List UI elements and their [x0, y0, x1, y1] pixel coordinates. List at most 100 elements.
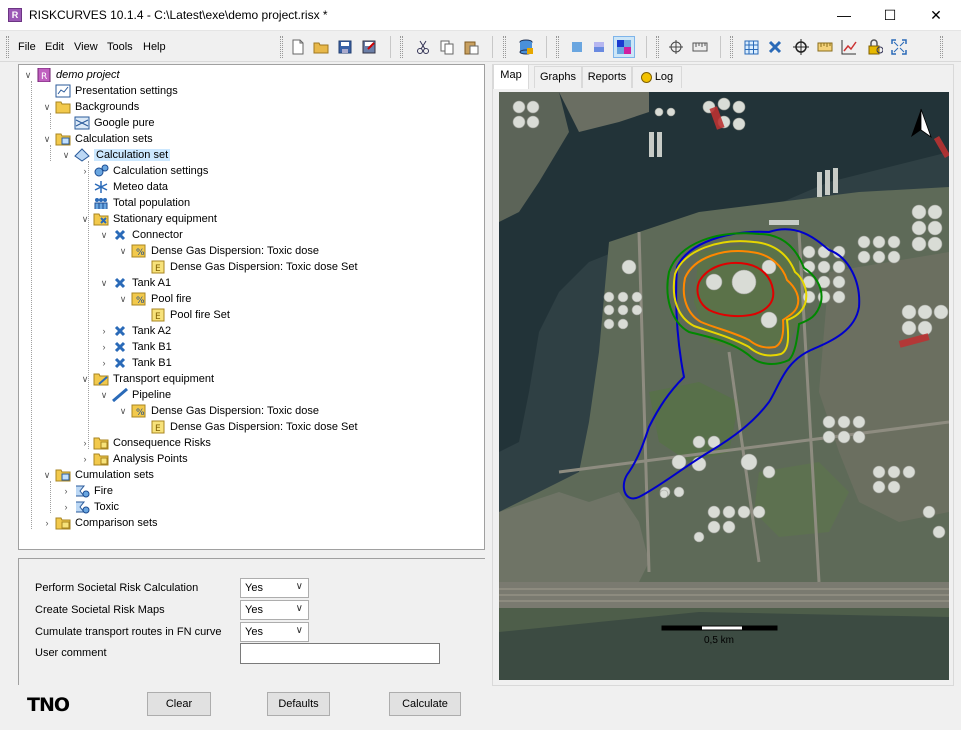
close-button[interactable]: ✕ [913, 0, 959, 31]
grid-icon[interactable] [742, 38, 760, 56]
calculate-button[interactable]: Calculate [389, 692, 461, 716]
tree-node-tank-b1[interactable]: › Tank B1 [99, 339, 172, 355]
tree-node-dgd-toxic-dose-set[interactable]: E Dense Gas Dispersion: Toxic dose Set [150, 259, 358, 275]
tree-node-calculation-set[interactable]: ∨ Calculation set [61, 147, 171, 163]
ruler-icon[interactable] [691, 38, 709, 56]
tree-node-pipeline[interactable]: ∨ Pipeline [99, 387, 171, 403]
collapse-chevron-icon[interactable]: ∨ [99, 275, 109, 291]
tree-node-backgrounds[interactable]: ∨ Backgrounds [42, 99, 139, 115]
paste-icon[interactable] [462, 38, 480, 56]
database-icon[interactable] [517, 38, 535, 56]
tree-node-presentation-settings[interactable]: Presentation settings [55, 83, 178, 99]
collapse-chevron-icon[interactable]: ∨ [118, 291, 128, 307]
layout-single-icon[interactable] [568, 38, 586, 56]
maximize-button[interactable]: ☐ [867, 0, 913, 31]
collapse-chevron-icon[interactable]: ∨ [42, 99, 52, 115]
copy-icon[interactable] [438, 38, 456, 56]
crosshair-icon[interactable] [667, 38, 685, 56]
tree-node-tank-a2[interactable]: › Tank A2 [99, 323, 172, 339]
target-icon[interactable] [792, 38, 810, 56]
tab-graphs[interactable]: Graphs [534, 66, 582, 88]
save-icon[interactable] [336, 38, 354, 56]
collapse-chevron-icon[interactable]: ∨ [42, 467, 52, 483]
tree-node-dgd-toxic-dose[interactable]: ∨ % Dense Gas Dispersion: Toxic dose [118, 403, 319, 419]
tree-node-toxic[interactable]: › Toxic [61, 499, 119, 515]
tree-node-consequence-risks[interactable]: › Consequence Risks [80, 435, 211, 451]
tree-node-meteo-data[interactable]: Meteo data [93, 179, 168, 195]
expand-chevron-icon[interactable]: › [80, 451, 90, 467]
expand-chevron-icon[interactable]: › [61, 483, 71, 499]
collapse-chevron-icon[interactable]: ∨ [99, 387, 109, 403]
tree-node-dgd-toxic-dose-set[interactable]: E Dense Gas Dispersion: Toxic dose Set [150, 419, 358, 435]
collapse-chevron-icon[interactable]: ∨ [118, 403, 128, 419]
collapse-chevron-icon[interactable]: ∨ [61, 147, 71, 163]
cumulate-routes-select[interactable]: Yes ∨ [240, 622, 309, 642]
project-tree[interactable]: ∨ R demo project Presentation settings ∨… [18, 64, 485, 550]
open-folder-icon[interactable] [312, 38, 330, 56]
toolbar-grip[interactable] [280, 36, 283, 58]
lock-icon[interactable] [866, 38, 884, 56]
menu-file[interactable]: File [18, 41, 36, 53]
tree-node-calculation-settings[interactable]: › Calculation settings [80, 163, 208, 179]
tree-node-stationary-equipment[interactable]: ∨ Stationary equipment [80, 211, 217, 227]
tree-node-calculation-sets[interactable]: ∨ Calculation sets [42, 131, 153, 147]
tree-node-project[interactable]: ∨ R demo project [23, 67, 120, 83]
zoom-extents-icon[interactable] [890, 38, 908, 56]
expand-chevron-icon[interactable]: › [99, 355, 109, 371]
tab-reports[interactable]: Reports [582, 66, 632, 88]
tree-node-google-pure[interactable]: Google pure [74, 115, 155, 131]
expand-chevron-icon[interactable]: › [99, 323, 109, 339]
minimize-button[interactable]: — [821, 0, 867, 31]
tree-node-pool-fire-set[interactable]: E Pool fire Set [150, 307, 230, 323]
expand-chevron-icon[interactable]: › [99, 339, 109, 355]
cut-icon[interactable] [414, 38, 432, 56]
tab-log[interactable]: Log [632, 66, 682, 88]
expand-chevron-icon[interactable]: › [80, 435, 90, 451]
tab-map[interactable]: Map [493, 64, 529, 89]
toolbar-grip[interactable] [730, 36, 733, 58]
save-as-icon[interactable] [360, 38, 378, 56]
chart-icon[interactable] [840, 38, 858, 56]
collapse-chevron-icon[interactable]: ∨ [23, 67, 33, 83]
risk-map[interactable]: 0,5 km [499, 92, 949, 680]
tree-node-total-population[interactable]: Total population [93, 195, 190, 211]
collapse-chevron-icon[interactable]: ∨ [80, 371, 90, 387]
collapse-chevron-icon[interactable]: ∨ [42, 131, 52, 147]
clear-button[interactable]: Clear [147, 692, 211, 716]
societal-risk-select[interactable]: Yes ∨ [240, 578, 309, 598]
tree-node-pool-fire[interactable]: ∨ % Pool fire [118, 291, 191, 307]
menu-tools[interactable]: Tools [107, 41, 133, 53]
collapse-chevron-icon[interactable]: ∨ [118, 243, 128, 259]
layout-quad-icon[interactable] [613, 36, 635, 58]
expand-chevron-icon[interactable]: › [42, 515, 52, 531]
menu-help[interactable]: Help [143, 41, 166, 53]
menu-view[interactable]: View [74, 41, 98, 53]
expand-chevron-icon[interactable]: › [80, 163, 90, 179]
user-comment-input[interactable] [240, 643, 440, 664]
tree-node-analysis-points[interactable]: › Analysis Points [80, 451, 188, 467]
toolbar-grip[interactable] [940, 36, 943, 58]
collapse-chevron-icon[interactable]: ∨ [80, 211, 90, 227]
new-file-icon[interactable] [289, 38, 307, 56]
equipment-icon[interactable] [766, 38, 784, 56]
tree-node-cumulation-sets[interactable]: ∨ Cumulation sets [42, 467, 154, 483]
tree-node-tank-a1[interactable]: ∨ Tank A1 [99, 275, 171, 291]
tree-node-comparison-sets[interactable]: › Comparison sets [42, 515, 158, 531]
toolbar-grip[interactable] [556, 36, 559, 58]
tree-node-transport-equipment[interactable]: ∨ Transport equipment [80, 371, 214, 387]
collapse-chevron-icon[interactable]: ∨ [99, 227, 109, 243]
societal-maps-select[interactable]: Yes ∨ [240, 600, 309, 620]
toolbar-grip[interactable] [6, 36, 9, 58]
tree-node-tank-b1[interactable]: › Tank B1 [99, 355, 172, 371]
tree-node-connector[interactable]: ∨ Connector [99, 227, 183, 243]
expand-chevron-icon[interactable]: › [61, 499, 71, 515]
tree-node-fire[interactable]: › Fire [61, 483, 113, 499]
tree-node-dgd-toxic-dose[interactable]: ∨ % Dense Gas Dispersion: Toxic dose [118, 243, 319, 259]
toolbar-grip[interactable] [656, 36, 659, 58]
layout-double-icon[interactable] [590, 38, 608, 56]
toolbar-grip[interactable] [400, 36, 403, 58]
aerial-map-image[interactable]: 0,5 km [499, 92, 949, 680]
menu-edit[interactable]: Edit [45, 41, 64, 53]
toolbar-grip[interactable] [503, 36, 506, 58]
measure-icon[interactable] [816, 38, 834, 56]
